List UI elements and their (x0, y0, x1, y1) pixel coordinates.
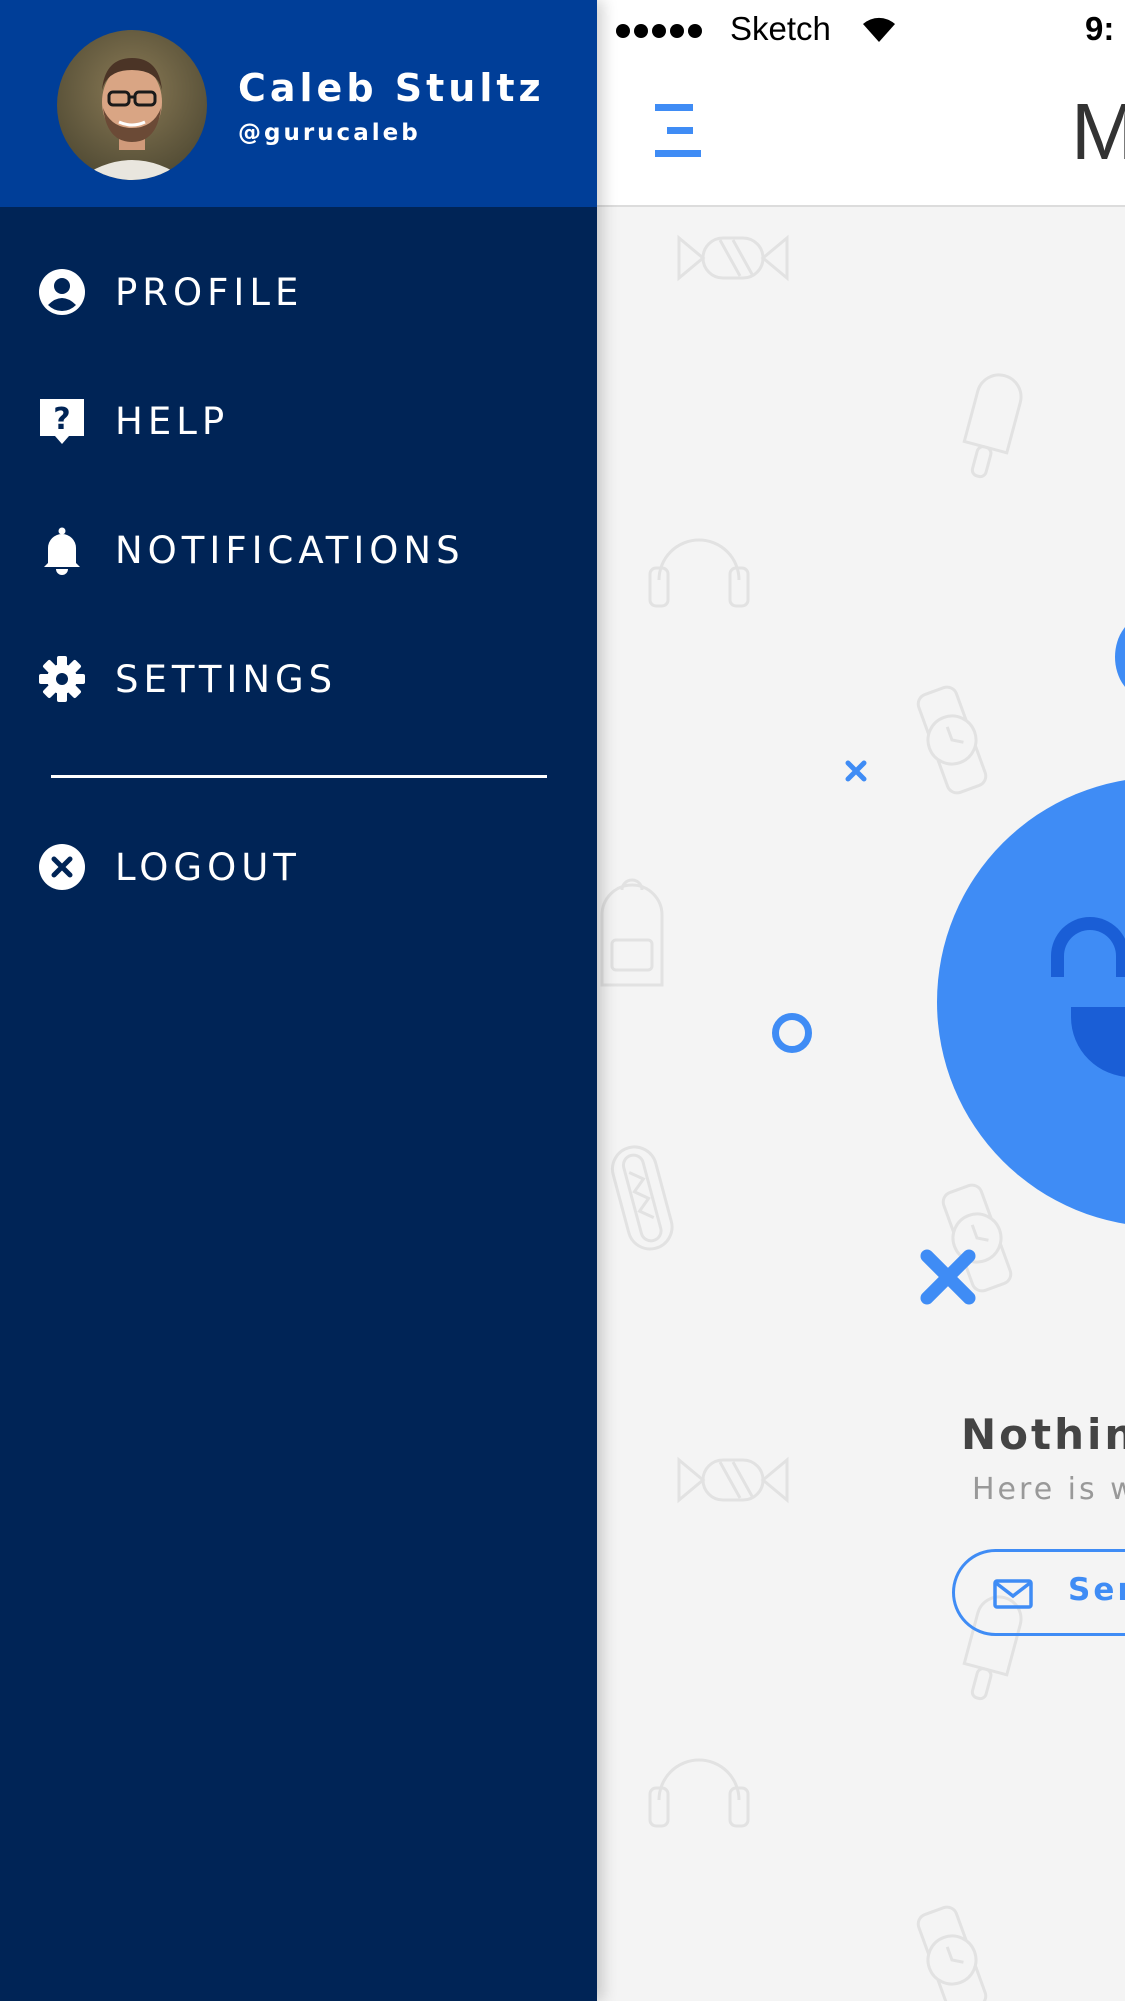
menu-item-logout[interactable]: LOGOUT (0, 822, 597, 912)
headphones-icon (648, 538, 750, 608)
user-handle: @gurucaleb (238, 120, 421, 146)
main-screen: Sketch 9: M Nothing Here is wh S (597, 0, 1125, 2001)
smiley-face-icon (937, 777, 1125, 1227)
watch-icon (916, 1905, 988, 2001)
menu-item-label: PROFILE (115, 271, 304, 314)
side-drawer: Caleb Stultz @gurucaleb PROFILE ? HELP N… (0, 0, 597, 2001)
drawer-header: Caleb Stultz @gurucaleb (0, 0, 597, 207)
blob-decoration-icon (1115, 617, 1125, 697)
gear-icon (39, 656, 85, 702)
svg-text:?: ? (53, 402, 70, 437)
menu-item-settings[interactable]: SETTINGS (0, 634, 597, 724)
page-title: M (1071, 87, 1125, 176)
wifi-icon (863, 17, 895, 42)
menu-item-label: HELP (115, 400, 230, 443)
menu-divider (51, 775, 547, 778)
ring-decoration-icon (772, 1013, 812, 1053)
carrier-name: Sketch (730, 10, 831, 47)
candy-icon (677, 1456, 789, 1504)
nav-bar: M (597, 62, 1125, 207)
help-icon: ? (40, 399, 84, 444)
candy-icon (677, 234, 789, 282)
empty-state-title: Nothing (961, 1410, 1125, 1459)
hamburger-menu-icon[interactable] (655, 104, 703, 158)
status-time: 9: (1085, 10, 1115, 47)
send-button-label: Sen (1068, 1572, 1125, 1608)
menu-item-notifications[interactable]: NOTIFICATIONS (0, 505, 597, 595)
popsicle-icon (962, 373, 1023, 479)
x-decoration-icon (920, 1249, 976, 1305)
user-name: Caleb Stultz (238, 66, 545, 110)
hotdog-icon (610, 1145, 674, 1251)
x-decoration-icon (845, 760, 867, 782)
mail-icon (993, 1579, 1033, 1609)
status-bar: Sketch 9: (597, 0, 1125, 62)
menu-item-label: NOTIFICATIONS (115, 529, 465, 572)
send-message-button[interactable]: Sen (952, 1549, 1125, 1636)
headphones-icon (648, 1758, 750, 1828)
menu-item-profile[interactable]: PROFILE (0, 247, 597, 337)
backpack-icon (600, 878, 664, 987)
close-circle-icon (39, 844, 85, 890)
watch-icon (916, 685, 988, 795)
avatar[interactable] (57, 30, 207, 180)
signal-dots-icon (616, 24, 702, 38)
menu-item-help[interactable]: ? HELP (0, 376, 597, 466)
menu-item-label: SETTINGS (115, 658, 338, 701)
empty-state-subtitle: Here is wh (972, 1472, 1125, 1507)
bell-icon (44, 527, 80, 575)
profile-icon (39, 269, 85, 315)
menu-item-label: LOGOUT (115, 846, 301, 889)
